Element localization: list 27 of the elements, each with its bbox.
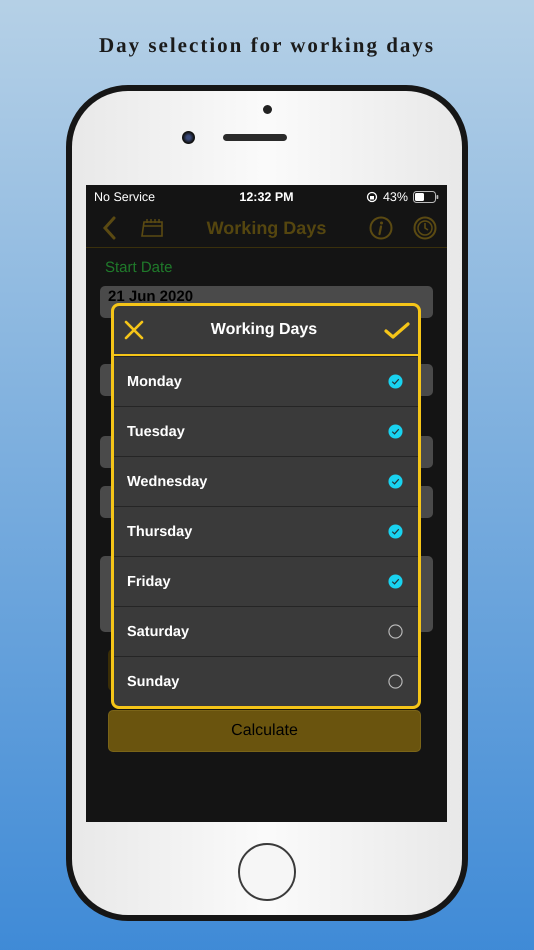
checked-circle-icon[interactable] (388, 524, 403, 539)
sensor-dot (262, 105, 272, 114)
camera-icon (182, 131, 195, 144)
close-icon[interactable] (124, 320, 144, 340)
day-option[interactable]: Saturday (114, 606, 418, 656)
rotation-lock-icon (366, 191, 378, 203)
battery-icon (413, 191, 439, 203)
carrier-label: No Service (94, 190, 156, 204)
checkmark-icon[interactable] (384, 321, 410, 339)
checked-circle-icon[interactable] (388, 424, 403, 439)
day-option[interactable]: Wednesday (114, 456, 418, 506)
field-label: Start Date (105, 258, 174, 278)
checked-circle-icon[interactable] (388, 574, 403, 589)
day-option[interactable]: Friday (114, 556, 418, 606)
speaker-slot (223, 134, 287, 141)
screen-title: Working Days (206, 218, 328, 238)
day-option[interactable]: Monday (114, 356, 418, 406)
status-time: 12:32 PM (238, 190, 295, 204)
checked-circle-icon[interactable] (388, 474, 403, 489)
day-option[interactable]: Tuesday (114, 406, 418, 456)
dialog-title: Working Days (210, 321, 318, 339)
checked-circle-icon[interactable] (388, 374, 403, 389)
day-option[interactable]: Sunday (114, 656, 418, 706)
day-option[interactable]: Thursday (114, 506, 418, 556)
battery-percent: 43% (382, 190, 408, 204)
empty-circle-icon[interactable] (388, 674, 403, 689)
empty-circle-icon[interactable] (388, 624, 403, 639)
